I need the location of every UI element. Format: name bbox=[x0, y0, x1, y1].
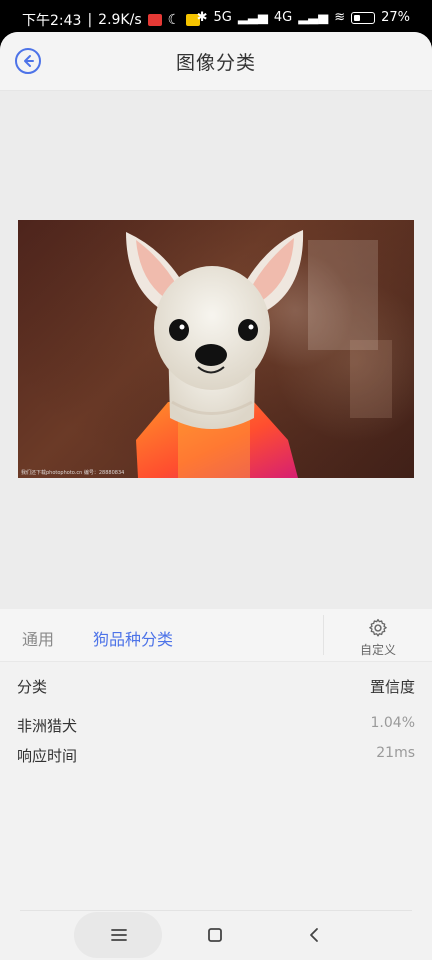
page-title: 图像分类 bbox=[175, 52, 256, 74]
results-header-row: 分类 置信度 bbox=[17, 676, 415, 700]
photo-watermark: 我们还下载photophoto.cn 编号：28880834 bbox=[21, 470, 125, 476]
signal-5g-label: 5G bbox=[213, 10, 232, 25]
predicted-confidence: 1.04% bbox=[370, 715, 415, 731]
latency-label: 响应时间 bbox=[17, 747, 78, 765]
status-left: 下午2:43 | 2.9K/s ☾ bbox=[22, 10, 201, 30]
moon-icon: ☾ bbox=[167, 12, 181, 28]
header: 图像分类 bbox=[0, 32, 432, 91]
home-icon[interactable] bbox=[206, 926, 224, 948]
network-speed: 2.9K/s bbox=[98, 12, 142, 28]
custom-divider bbox=[323, 615, 324, 655]
tabs-row: 通用 狗品种分类 自定义 bbox=[0, 609, 432, 662]
gear-icon bbox=[369, 618, 387, 637]
battery-percent: 27% bbox=[381, 10, 410, 25]
tab-dog-breed[interactable]: 狗品种分类 bbox=[93, 626, 173, 650]
wifi-icon: ≋ bbox=[334, 10, 346, 25]
time: 下午2:43 bbox=[22, 13, 82, 29]
signal-bars-icon-2: ▂▃▅ bbox=[298, 10, 329, 25]
custom-label: 自定义 bbox=[359, 643, 396, 657]
confidence-header: 置信度 bbox=[369, 678, 415, 696]
custom-button[interactable]: 自定义 bbox=[346, 617, 410, 657]
classification-header: 分类 bbox=[17, 678, 48, 696]
app-window: 图像分类 我们还下载photophoto.cn 编号：28880834 通用 狗… bbox=[0, 32, 432, 960]
battery-icon bbox=[351, 11, 376, 24]
status-right: ✱ 5G ▂▃▅ 4G ▂▃▅ ≋ 27% bbox=[197, 10, 410, 25]
notification-icon-red bbox=[147, 14, 162, 26]
tab-general[interactable]: 通用 bbox=[22, 626, 54, 650]
dog-photo: 我们还下载photophoto.cn 编号：28880834 bbox=[18, 220, 414, 478]
navigation-bar bbox=[0, 910, 432, 960]
result-row-latency: 响应时间 21ms bbox=[17, 745, 415, 769]
menu-icon[interactable] bbox=[110, 926, 128, 948]
nav-divider bbox=[20, 910, 412, 911]
back-nav-icon[interactable] bbox=[306, 926, 324, 948]
latency-value: 21ms bbox=[376, 745, 415, 761]
predicted-class: 非洲猎犬 bbox=[17, 717, 78, 735]
separator: | bbox=[87, 12, 93, 28]
signal-4g-label: 4G bbox=[273, 10, 293, 25]
signal-bars-icon: ▂▃▅ bbox=[237, 10, 268, 25]
chihuahua-illustration bbox=[18, 220, 414, 478]
bluetooth-icon: ✱ bbox=[196, 10, 208, 25]
result-row-class: 非洲猎犬 1.04% bbox=[17, 715, 415, 739]
image-area: 我们还下载photophoto.cn 编号：28880834 bbox=[0, 91, 432, 609]
